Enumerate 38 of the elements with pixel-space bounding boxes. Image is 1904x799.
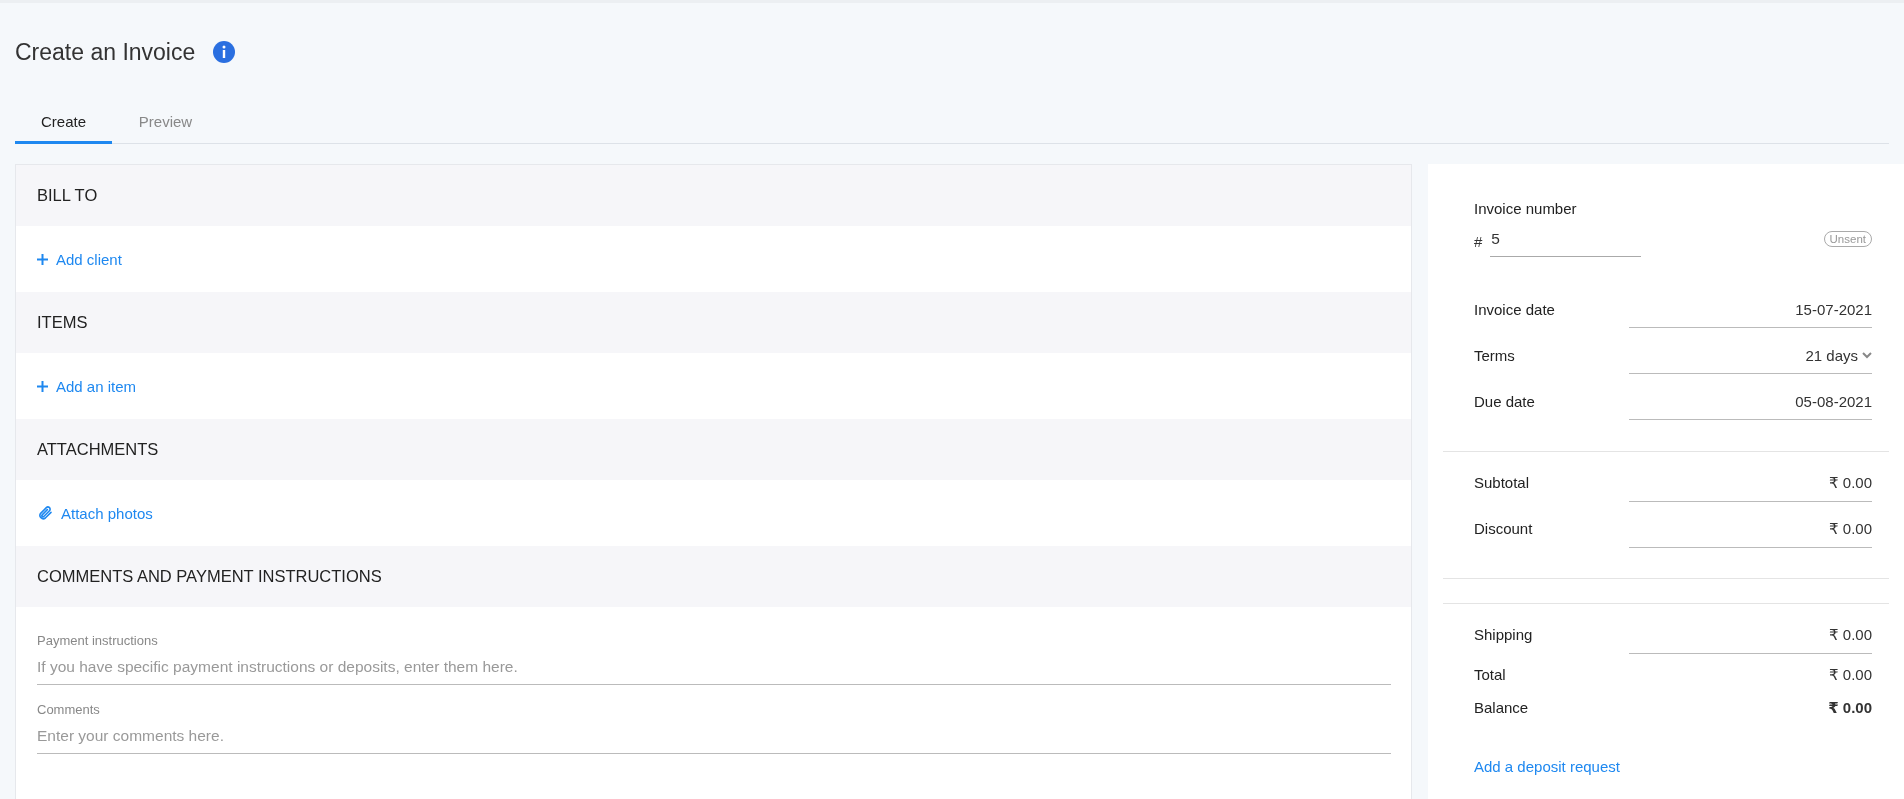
amount-value: ₹ 0.00 [1828,666,1872,685]
add-link[interactable]: Add an item [37,377,137,395]
field-label: Total [1474,666,1506,683]
field-label: Subtotal [1474,474,1530,491]
field-label: Balance [1474,699,1529,716]
field-label: Discount [1474,520,1533,537]
input-field[interactable]: ₹ 0.00 [1629,520,1872,548]
input-field[interactable]: 21 days [1629,347,1872,374]
field-label: Invoice date [1474,301,1555,318]
plus-icon [37,380,48,392]
paperclip-icon [37,505,53,521]
hash-symbol: # [1474,233,1483,250]
section-title: ITEMS [37,313,88,332]
input-field[interactable]: 5 [1490,226,1642,257]
amount-value: ₹ 0.00 [1827,699,1872,718]
field-label: Terms [1474,347,1515,364]
input-field[interactable]: 15-07-2021 [1629,301,1872,328]
input-field[interactable]: 05-08-2021 [1629,393,1872,420]
deposit-link[interactable]: Add a deposit request [1474,758,1620,775]
info-icon[interactable] [213,41,236,63]
input-field[interactable]: ₹ 0.00 [1629,626,1872,654]
field-label: Due date [1474,393,1535,410]
section-title: ATTACHMENTS [37,440,159,459]
field-label: Comments [37,702,101,717]
input-field[interactable]: If you have specific payment instructions or deposits, enter them here. [37,658,1391,685]
tab[interactable]: Create [15,101,112,144]
input-field[interactable]: Enter your comments here. [37,727,1391,754]
field-label: Invoice number [1474,200,1577,217]
field-label: Shipping [1474,626,1533,643]
section-title: BILL TO [37,186,98,205]
plus-icon [37,253,48,265]
input-field[interactable]: ₹ 0.00 [1629,474,1872,502]
add-link[interactable]: Attach photos [37,504,153,522]
section-title: COMMENTS AND PAYMENT INSTRUCTIONS [37,567,382,586]
page-title: Create an Invoice [15,38,196,66]
field-label: Payment instructions [37,633,159,648]
add-link[interactable]: Add client [37,250,122,268]
chevron-down-icon [1862,352,1872,359]
